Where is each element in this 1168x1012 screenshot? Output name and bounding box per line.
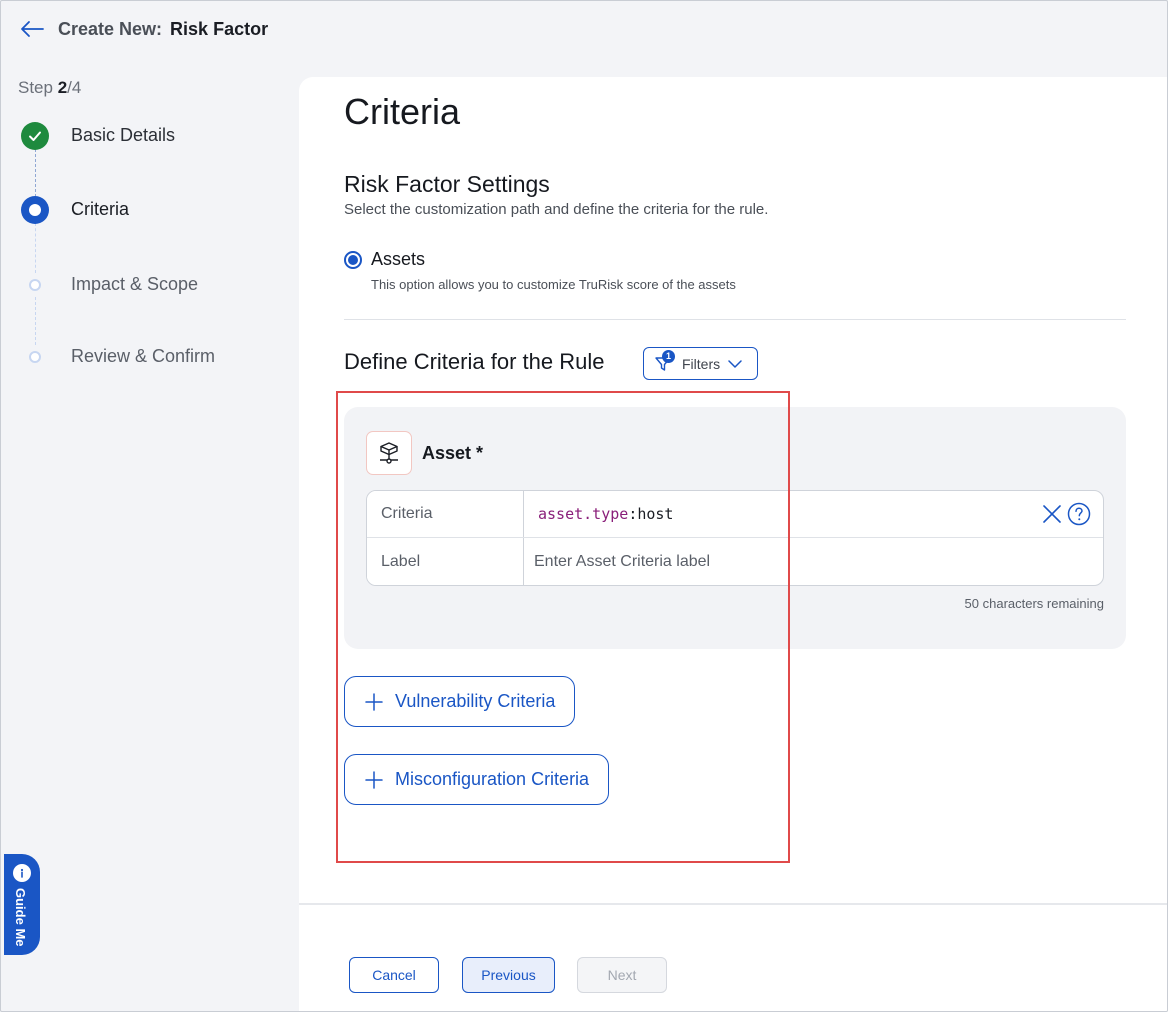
guide-me-tab[interactable]: Guide Me <box>4 854 40 955</box>
step-done-indicator <box>21 122 49 150</box>
chevron-down-icon <box>728 359 742 368</box>
label-row: Label Enter Asset Criteria label <box>367 538 1103 585</box>
step-basic-details[interactable]: Basic Details <box>21 122 175 150</box>
divider <box>344 319 1126 320</box>
criteria-row: Criteria asset.type:host <box>367 491 1103 538</box>
page-heading: Create New: Risk Factor <box>58 19 268 40</box>
radio-label: Assets <box>371 249 426 269</box>
step-total: /4 <box>67 78 82 97</box>
asset-network-icon <box>380 442 398 464</box>
info-icon <box>13 864 31 882</box>
step-current: 2 <box>57 78 68 97</box>
step-impact-scope[interactable]: Impact & Scope <box>21 271 198 299</box>
filters-label: Filters <box>682 355 721 372</box>
step-connector <box>35 149 36 197</box>
step-current-indicator <box>21 196 49 224</box>
asset-panel-title: Asset * <box>422 443 484 463</box>
help-icon[interactable] <box>1067 502 1091 526</box>
page-title: Criteria <box>344 91 461 132</box>
criteria-table: Criteria asset.type:host Label Enter As… <box>366 490 1104 586</box>
step-label: Criteria <box>71 199 130 219</box>
label-key: Label <box>367 538 524 585</box>
filters-dropdown-button[interactable]: 1 Filters <box>643 347 758 380</box>
plus-icon <box>365 770 383 789</box>
radio-selected-indicator[interactable] <box>344 250 362 269</box>
asset-criteria-panel: Asset * Criteria asset.type:host Label … <box>344 407 1126 649</box>
main-content-card: Criteria Risk Factor Settings Select the… <box>299 77 1167 903</box>
back-arrow-icon[interactable] <box>19 18 45 40</box>
header-prefix: Create New: <box>58 19 163 39</box>
step-word: Step <box>18 78 58 97</box>
page-header: Create New: Risk Factor <box>1 1 1167 61</box>
step-counter: Step 2/4 <box>18 78 81 98</box>
asset-icon-box <box>366 431 412 475</box>
add-vulnerability-criteria-button[interactable]: Vulnerability Criteria <box>344 676 576 727</box>
query-field: asset.type <box>538 505 629 523</box>
step-connector <box>35 297 36 345</box>
step-label: Basic Details <box>71 125 176 145</box>
section-title: Risk Factor Settings <box>344 171 550 197</box>
asset-criteria-label-input[interactable]: Enter Asset Criteria label <box>524 538 1103 585</box>
assets-radio-option[interactable]: Assets <box>344 249 425 270</box>
plus-icon <box>365 692 383 711</box>
step-label: Impact & Scope <box>71 274 199 294</box>
define-criteria-title: Define Criteria for the Rule <box>344 349 605 374</box>
section-subtitle: Select the customization path and define… <box>344 201 769 218</box>
header-title: Risk Factor <box>170 19 269 39</box>
step-future-indicator <box>21 343 49 371</box>
wizard-footer: Cancel Previous Next <box>299 903 1167 1011</box>
add-button-label: Vulnerability Criteria <box>395 691 556 711</box>
clear-icon[interactable] <box>1041 503 1063 525</box>
check-icon <box>29 131 41 141</box>
radio-help-text: This option allows you to customize TruR… <box>371 277 736 292</box>
query-value: :host <box>628 505 674 523</box>
add-button-label: Misconfiguration Criteria <box>395 769 590 789</box>
cancel-button[interactable]: Cancel <box>349 957 439 993</box>
guide-me-label: Guide Me <box>13 888 28 947</box>
chars-remaining: 50 characters remaining <box>964 596 1104 611</box>
criteria-query-input[interactable]: asset.type:host <box>524 491 1103 537</box>
step-label: Review & Confirm <box>71 346 216 366</box>
filters-count-badge: 1 <box>662 349 675 363</box>
label-placeholder: Enter Asset Criteria label <box>534 552 711 570</box>
previous-button[interactable]: Previous <box>462 957 555 993</box>
step-connector <box>35 223 36 273</box>
criteria-key: Criteria <box>367 491 524 537</box>
step-criteria[interactable]: Criteria <box>21 196 129 224</box>
criteria-actions <box>1041 502 1091 526</box>
step-future-indicator <box>21 271 49 299</box>
step-review-confirm[interactable]: Review & Confirm <box>21 343 215 371</box>
filter-icon: 1 <box>654 349 675 374</box>
next-button[interactable]: Next <box>577 957 667 993</box>
add-misconfiguration-criteria-button[interactable]: Misconfiguration Criteria <box>344 754 610 805</box>
app-frame: Create New: Risk Factor Step 2/4 Basic De… <box>0 0 1168 1012</box>
